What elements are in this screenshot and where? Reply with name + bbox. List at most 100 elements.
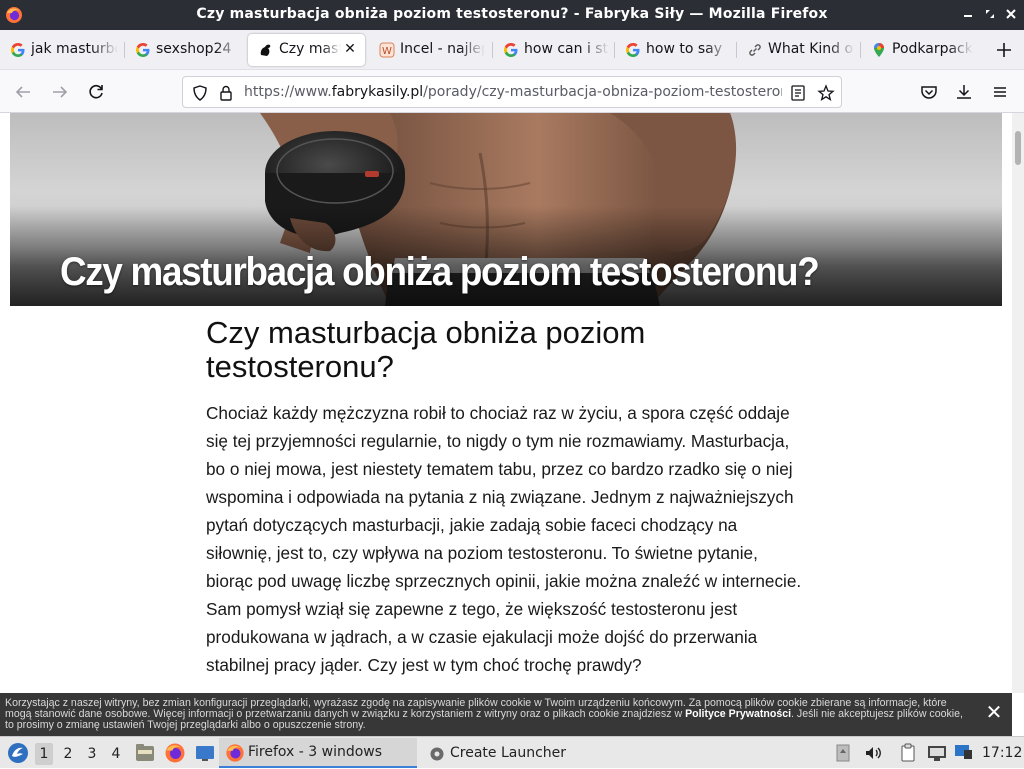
update-notifier-icon	[836, 744, 850, 762]
firefox-launcher[interactable]	[163, 737, 187, 769]
tracking-shield-icon	[193, 85, 207, 101]
tab-strip: jak masturbować sexshop24 Czy masturbacj…	[0, 30, 1024, 70]
minimize-button[interactable]	[960, 6, 976, 22]
cookie-banner: Korzystając z naszej witryny, bez zmian …	[0, 693, 1012, 736]
page-scrollbar[interactable]	[1012, 113, 1024, 693]
workspace-3[interactable]: 3	[83, 743, 101, 765]
google-icon	[136, 43, 150, 57]
create-launcher-label: Create Launcher	[450, 745, 567, 761]
tab-label: Podkarpackie	[892, 41, 973, 57]
arrow-left-icon	[15, 86, 30, 98]
reader-view-icon[interactable]	[789, 84, 807, 102]
tab-czy-masturbacja[interactable]: Czy masturbacja obniża ✕	[248, 34, 365, 66]
url-host: fabrykasily.pl	[331, 84, 424, 100]
close-icon	[1006, 9, 1016, 19]
tab-label: sexshop24	[156, 41, 232, 57]
tray-volume[interactable]	[862, 737, 884, 769]
google-icon	[504, 43, 518, 57]
desktop-icon	[196, 746, 214, 761]
pocket-button[interactable]	[916, 79, 942, 105]
window-title: Czy masturbacja obniża poziom testostero…	[196, 6, 828, 22]
firefox-task-label: Firefox - 3 windows	[248, 744, 383, 760]
close-window-button[interactable]	[1003, 6, 1019, 22]
tab-label: how to say	[646, 41, 723, 57]
back-button[interactable]	[10, 79, 36, 105]
tab-incel[interactable]: W Incel - najlepsze	[369, 34, 489, 66]
minimize-icon	[964, 15, 972, 17]
tray-clipboard[interactable]	[898, 737, 920, 769]
scrollbar-thumb[interactable]	[1015, 131, 1021, 165]
workspace-1[interactable]: 1	[35, 743, 53, 765]
display-icon	[955, 745, 972, 759]
clock: 17:12	[982, 745, 1023, 761]
maximize-button[interactable]	[982, 6, 998, 22]
tab-label: Czy masturbacja obniża	[279, 41, 341, 57]
article-body: Chociaż każdy mężczyzna robił to chociaż…	[206, 403, 802, 675]
fabryka-sily-icon	[260, 44, 271, 56]
url-prefix: https://www.	[244, 84, 332, 100]
arrow-right-icon	[53, 86, 68, 98]
tab-sexshop24[interactable]: sexshop24	[125, 34, 245, 66]
start-menu-button[interactable]	[4, 737, 30, 769]
firefox-task-button[interactable]: Firefox - 3 windows	[219, 738, 417, 768]
workspace-4[interactable]: 4	[107, 743, 125, 765]
tab-close-button[interactable]: ✕	[341, 40, 359, 58]
tray-network[interactable]	[926, 737, 948, 769]
hero-image: Czy masturbacja obniża poziom testostero…	[10, 113, 1002, 306]
forward-button[interactable]	[47, 79, 73, 105]
download-icon	[957, 85, 971, 99]
reload-button[interactable]	[83, 79, 109, 105]
bookmark-star-icon[interactable]	[817, 84, 835, 102]
navigation-toolbar: https://www.fabrykasily.pl/porady/czy-ma…	[0, 70, 1024, 113]
wiki-icon: W	[379, 42, 395, 58]
cookie-text: Korzystając z naszej witryny, bez zmian …	[5, 698, 973, 731]
firefox-logo-icon	[226, 744, 244, 762]
close-icon: ✕	[985, 700, 1003, 724]
app-menu-logo-icon	[8, 743, 28, 763]
cookie-close-button[interactable]: ✕	[983, 701, 1005, 723]
file-manager-icon	[136, 744, 154, 761]
web-page: Czy masturbacja obniża poziom testostero…	[0, 113, 1012, 693]
workspace-2[interactable]: 2	[59, 743, 77, 765]
tab-what-kind-of[interactable]: What Kind of	[737, 34, 859, 66]
google-icon	[626, 43, 640, 57]
clipboard-icon	[901, 743, 915, 762]
maximize-icon	[986, 10, 994, 18]
taskbar: 1 2 3 4 Firefox - 3 windows Create Launc…	[0, 736, 1024, 768]
privacy-policy-link[interactable]: Polityce Prywatności	[685, 708, 791, 720]
maps-pin-icon	[874, 43, 884, 57]
url-path: /porady/czy-masturbacja-obniza-poziom-te…	[423, 84, 782, 100]
hero-title: Czy masturbacja obniża poziom testostero…	[60, 250, 820, 294]
tray-updates[interactable]	[834, 737, 852, 769]
files-launcher[interactable]	[133, 737, 157, 769]
new-tab-button[interactable]	[992, 38, 1016, 62]
hamburger-menu-icon	[994, 87, 1006, 97]
tab-label: how can i stop	[524, 41, 609, 57]
tab-podkarpackie[interactable]: Podkarpackie	[861, 34, 977, 66]
tab-how-can-i-stop[interactable]: how can i stop	[493, 34, 613, 66]
reload-icon	[89, 84, 103, 99]
url-text[interactable]: https://www.fabrykasily.pl/porady/czy-ma…	[244, 84, 782, 100]
tab-jak-masturbowac[interactable]: jak masturbować	[0, 34, 122, 66]
tab-label: What Kind of	[768, 41, 855, 57]
address-bar[interactable]: https://www.fabrykasily.pl/porady/czy-ma…	[182, 76, 842, 108]
show-desktop-button[interactable]	[193, 737, 217, 769]
article-title: Czy masturbacja obniża poziom testostero…	[206, 315, 646, 384]
downloads-button[interactable]	[951, 79, 977, 105]
firefox-logo-icon	[165, 743, 185, 763]
network-icon	[928, 746, 946, 761]
pocket-icon	[921, 86, 937, 99]
lock-icon	[220, 85, 232, 101]
window-titlebar: Czy masturbacja obniża poziom testostero…	[0, 0, 1024, 30]
tray-notification[interactable]	[952, 737, 974, 769]
app-menu-button[interactable]	[987, 79, 1013, 105]
svg-text:W: W	[382, 46, 392, 57]
tab-label: Incel - najlepsze	[400, 41, 485, 57]
tab-label: jak masturbować	[31, 41, 118, 57]
link-icon	[749, 44, 761, 56]
plus-icon	[997, 43, 1011, 57]
speaker-icon	[866, 747, 881, 759]
tab-how-to-say[interactable]: how to say	[615, 34, 735, 66]
launcher-gear-icon	[430, 747, 444, 761]
google-icon	[11, 43, 25, 57]
